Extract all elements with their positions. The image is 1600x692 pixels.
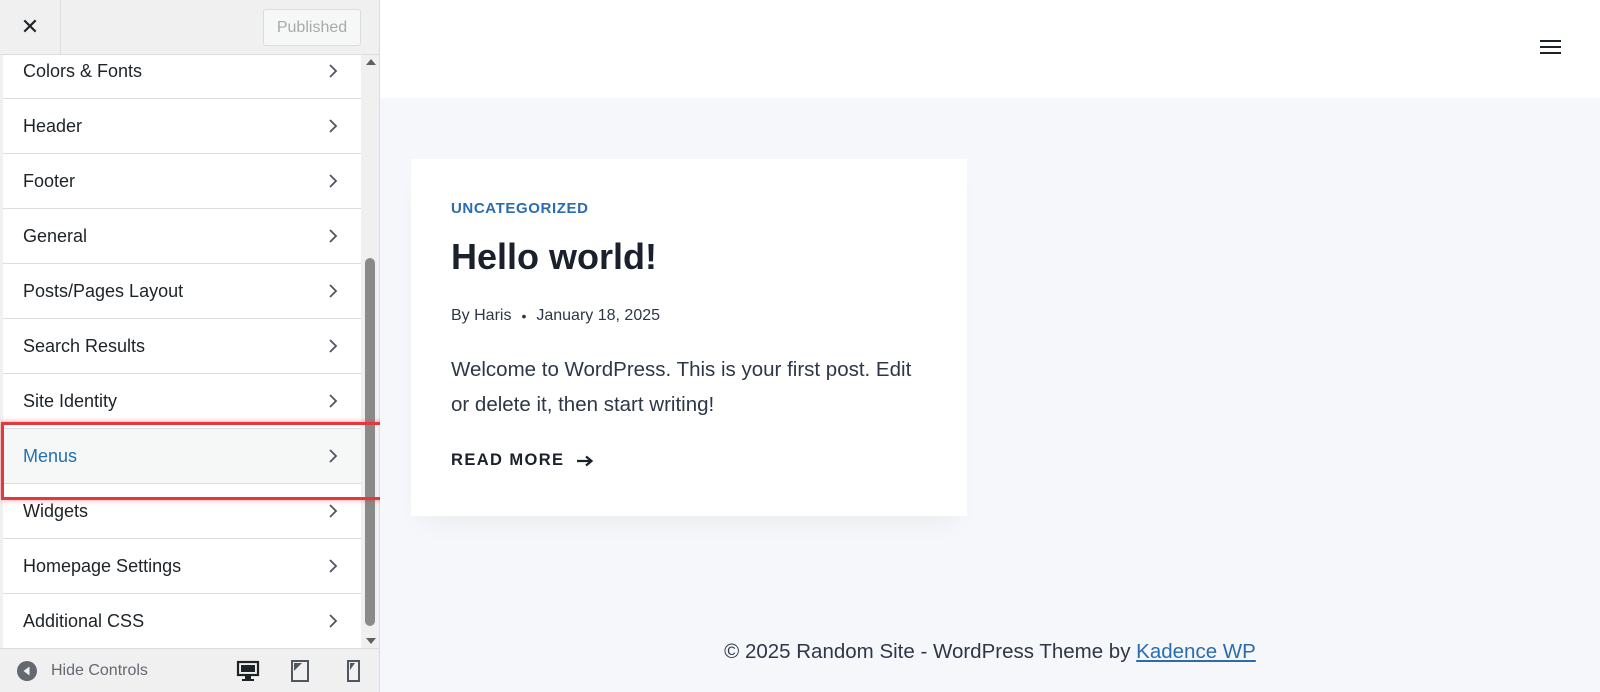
mobile-icon[interactable] — [341, 659, 365, 683]
footer-credit: © 2025 Random Site - WordPress Theme by — [724, 640, 1137, 663]
collapse-arrow-icon — [17, 661, 37, 681]
read-more-label: READ MORE — [451, 451, 565, 469]
hide-controls-label: Hide Controls — [51, 662, 148, 679]
panel-item-homepage-settings[interactable]: Homepage Settings — [3, 539, 361, 594]
scrollbar-thumb[interactable] — [365, 258, 375, 626]
panel-item-label: Search Results — [23, 336, 146, 356]
close-icon: ✕ — [20, 14, 40, 40]
panel-item-general[interactable]: General — [3, 209, 361, 264]
chevron-right-icon — [329, 64, 338, 78]
panel-item-posts-pages-layout[interactable]: Posts/Pages Layout — [3, 264, 361, 319]
panel-item-site-identity[interactable]: Site Identity — [3, 374, 361, 429]
customizer-sidebar: ✕ Published Colors & Fonts Header Footer… — [0, 0, 380, 692]
hamburger-icon — [1540, 52, 1561, 54]
site-header — [380, 0, 1600, 98]
chevron-right-icon — [329, 559, 338, 573]
meta-separator: • — [521, 308, 527, 324]
site-preview: UNCATEGORIZED Hello world! By Haris • Ja… — [380, 0, 1600, 692]
menu-toggle-button[interactable] — [1538, 36, 1564, 58]
customizer-footer-bar: Hide Controls — [0, 648, 379, 692]
panel-item-additional-css[interactable]: Additional CSS — [3, 594, 361, 648]
panel-item-colors-fonts[interactable]: Colors & Fonts — [3, 55, 361, 99]
panel-item-label: Additional CSS — [23, 611, 145, 631]
chevron-right-icon — [329, 174, 338, 188]
publish-button[interactable]: Published — [263, 9, 361, 46]
panel-item-label: Footer — [23, 171, 76, 191]
scroll-up-arrow-icon[interactable] — [366, 59, 376, 65]
arrow-right-icon — [577, 455, 594, 466]
hide-controls-button[interactable]: Hide Controls — [16, 649, 148, 692]
post-date[interactable]: January 18, 2025 — [536, 307, 660, 325]
panel-item-label: Colors & Fonts — [23, 61, 143, 81]
post-author[interactable]: By Haris — [451, 307, 511, 325]
panel-item-widgets[interactable]: Widgets — [3, 484, 361, 539]
post-excerpt: Welcome to WordPress. This is your first… — [451, 358, 912, 416]
scroll-down-arrow-icon[interactable] — [366, 638, 376, 644]
panel-item-search-results[interactable]: Search Results — [3, 319, 361, 374]
panel-item-label: Header — [23, 116, 83, 136]
post-card: UNCATEGORIZED Hello world! By Haris • Ja… — [411, 159, 967, 516]
panel-item-label: General — [23, 226, 88, 246]
site-footer: © 2025 Random Site - WordPress Theme by … — [380, 640, 1600, 664]
chevron-right-icon — [329, 284, 338, 298]
panel-list: Colors & Fonts Header Footer General Pos… — [0, 55, 361, 648]
panel-item-label: Widgets — [23, 501, 89, 521]
panel-scrollbar[interactable] — [362, 55, 379, 648]
chevron-right-icon — [329, 119, 338, 133]
tablet-icon[interactable] — [288, 659, 312, 683]
panel-item-label: Site Identity — [23, 391, 118, 411]
chevron-right-icon — [329, 339, 338, 353]
footer-theme-link[interactable]: Kadence WP — [1136, 640, 1256, 663]
panel-item-footer[interactable]: Footer — [3, 154, 361, 209]
close-button[interactable]: ✕ — [0, 0, 61, 54]
chevron-right-icon — [329, 449, 338, 463]
panel-item-header[interactable]: Header — [3, 99, 361, 154]
chevron-right-icon — [329, 614, 338, 628]
hamburger-icon — [1540, 40, 1561, 42]
panel-item-label: Posts/Pages Layout — [23, 281, 184, 301]
post-meta: By Haris • January 18, 2025 — [451, 307, 660, 325]
post-title[interactable]: Hello world! — [451, 236, 657, 278]
panel-item-label: Homepage Settings — [23, 556, 182, 576]
read-more-link[interactable]: READ MORE — [451, 451, 594, 470]
hamburger-icon — [1540, 46, 1561, 48]
chevron-right-icon — [329, 229, 338, 243]
panel-item-label: Menus — [23, 446, 78, 466]
chevron-right-icon — [329, 394, 338, 408]
customizer-topbar: ✕ Published — [0, 0, 379, 55]
chevron-right-icon — [329, 504, 338, 518]
post-category-link[interactable]: UNCATEGORIZED — [451, 200, 589, 217]
panel-item-menus[interactable]: Menus — [3, 429, 361, 484]
desktop-icon[interactable] — [236, 659, 260, 683]
